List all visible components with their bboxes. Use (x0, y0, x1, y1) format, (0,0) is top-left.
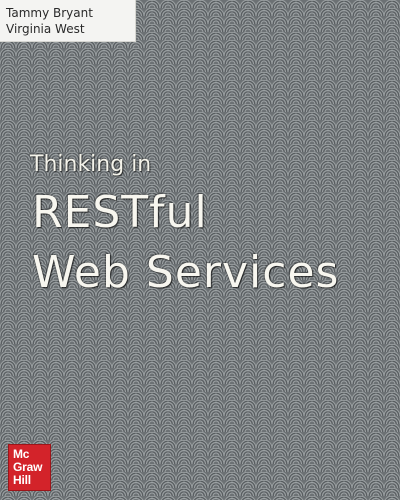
cover-title-line-2: Web Services (32, 247, 340, 298)
logo-text-hill: Hill (13, 473, 31, 487)
author-box: Tammy Bryant Virginia West (0, 0, 136, 42)
book-cover: Tammy Bryant Virginia West Thinking in R… (0, 0, 400, 500)
mcgraw-hill-logo: Mc Graw Hill (8, 444, 51, 491)
cover-title-line-1: RESTful (32, 187, 208, 238)
author-name-1: Tammy Bryant (6, 6, 93, 20)
author-name-2: Virginia West (6, 22, 85, 36)
cover-subtitle: Thinking in (30, 152, 152, 177)
